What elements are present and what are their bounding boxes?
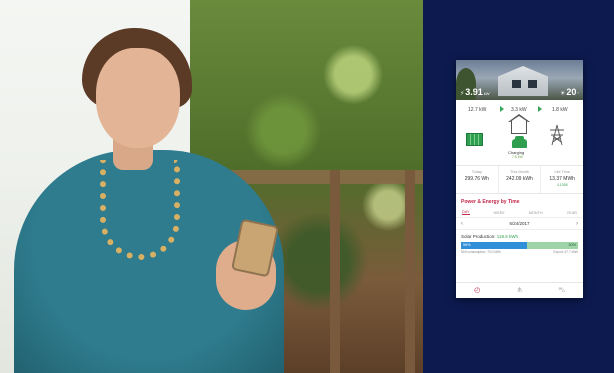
lifestyle-photo — [0, 0, 423, 373]
production-label: Solar Production: — [461, 234, 496, 239]
export-pct: 30% — [568, 243, 576, 247]
total-today: Today 299.76 Wh — [456, 166, 499, 193]
section-title: Power & Energy by Time — [461, 199, 520, 205]
home-kw-label: 3.3 kW — [511, 107, 527, 113]
solar-panel-icon — [466, 133, 483, 146]
solar-kw-label: 12.7 kW — [468, 107, 487, 113]
total-label: Today — [471, 170, 482, 174]
arrow-right-icon — [538, 106, 542, 112]
energy-flow-diagram[interactable]: 12.7 kW 3.3 kW 1.8 kW Charging 7.6 kW — [456, 100, 583, 166]
tab-month[interactable]: MONTH — [529, 211, 543, 215]
chevron-right-icon[interactable]: › — [576, 221, 578, 227]
tab-week[interactable]: WEEK — [494, 211, 505, 215]
solar-production: Solar Production: 118.6 kWh 56% 30% Self… — [456, 230, 583, 258]
bottom-nav: ◴ ⋔ ⛍ — [456, 282, 583, 298]
date-selector: ‹ 6/24/2017 › — [456, 218, 583, 230]
total-value: 242.09 kWh — [506, 176, 533, 182]
temperature-value: 20 — [566, 87, 577, 97]
energy-totals: Today 299.76 Wh This Month 242.09 kWh Li… — [456, 166, 583, 194]
sun-icon: ☀ — [559, 91, 566, 97]
network-icon[interactable]: ⋔ — [514, 287, 524, 295]
total-value: 13.37 MWh — [549, 176, 575, 182]
solar-app-screen: ⚡ 3.91 kW ☀ 20 ° 12.7 kW 3.3 kW 1.8 kW C… — [456, 60, 583, 298]
fence-post — [330, 170, 340, 373]
selected-date: 6/24/2017 — [509, 221, 530, 226]
self-consumption-label: Self consumption: 70.0 kWh — [461, 250, 501, 254]
woman-face — [96, 48, 180, 148]
power-tower-icon — [550, 124, 564, 146]
total-label: This Month — [510, 170, 529, 174]
time-range-tabs: DAY WEEK MONTH YEAR — [456, 208, 583, 218]
chevron-left-icon[interactable]: ‹ — [461, 221, 463, 227]
production-title: Solar Production: 118.6 kWh — [461, 234, 578, 239]
home-icon — [511, 120, 527, 134]
current-power-value: 3.91 — [465, 87, 483, 97]
production-breakdown: Self consumption: 70.0 kWh Export: 47.7 … — [461, 250, 578, 254]
house-window — [512, 80, 521, 88]
car-charge-rate: 7.6 kW — [512, 155, 523, 159]
ev-car-icon — [512, 136, 527, 148]
car-icon[interactable]: ⛍ — [557, 287, 567, 295]
total-sub-value: 4.1358 — [556, 183, 568, 187]
current-power-stat: ⚡ 3.91 kW — [460, 87, 490, 97]
fence-post — [405, 170, 415, 373]
export-label: Export: 47.7 kWh — [553, 250, 578, 254]
tab-day[interactable]: DAY — [462, 210, 470, 215]
production-bar: 56% 30% — [461, 242, 578, 249]
current-power-unit: kW — [483, 91, 490, 96]
house-photo — [498, 66, 548, 96]
total-label: Life Time — [554, 170, 570, 174]
total-lifetime: Life Time 13.37 MWh 4.1358 — [541, 166, 583, 193]
grid-kw-label: 1.8 kW — [552, 107, 568, 113]
arrow-right-icon — [500, 106, 504, 112]
tab-year[interactable]: YEAR — [567, 211, 577, 215]
total-value: 299.76 Wh — [464, 176, 489, 182]
production-value: 118.6 kWh — [496, 234, 518, 239]
house-window — [528, 80, 537, 88]
gauge-icon[interactable]: ◴ — [472, 287, 482, 295]
necklace — [100, 160, 180, 260]
hero-banner: ⚡ 3.91 kW ☀ 20 ° — [456, 60, 583, 100]
temperature-stat: ☀ 20 ° — [560, 87, 579, 97]
lightning-icon: ⚡ — [460, 91, 465, 97]
total-month: This Month 242.09 kWh — [499, 166, 542, 193]
self-consumption-pct: 56% — [463, 243, 471, 247]
temperature-unit: ° — [577, 91, 579, 96]
